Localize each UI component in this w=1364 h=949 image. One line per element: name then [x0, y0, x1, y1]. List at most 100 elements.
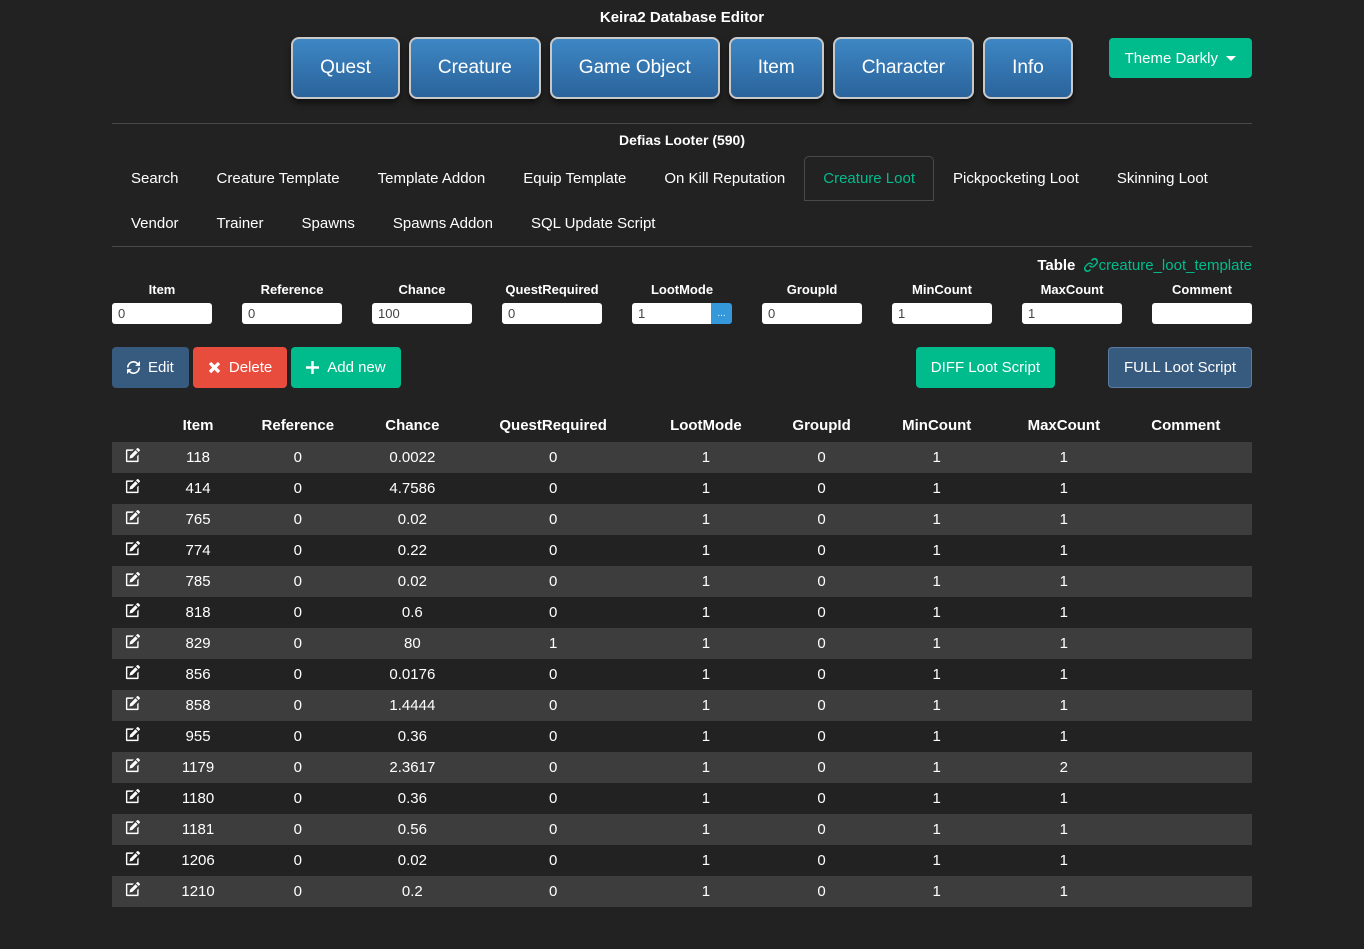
- table-row: 1181 0 0.56 0 1 0 1 1: [112, 814, 1252, 845]
- cell-item: 818: [185, 604, 211, 621]
- field-questrequired: QuestRequired: [502, 282, 602, 324]
- cell-comment: [1120, 752, 1252, 783]
- tab-creature-loot[interactable]: Creature Loot: [804, 156, 934, 201]
- tab-on-kill-reputation[interactable]: On Kill Reputation: [645, 156, 804, 201]
- row-edit-button[interactable]: [125, 882, 141, 897]
- cell-chance: 0.22: [397, 542, 427, 559]
- cell-maxcount: 1: [1059, 573, 1068, 590]
- row-edit-button[interactable]: [125, 665, 141, 680]
- maxcount-input[interactable]: [1022, 303, 1122, 324]
- add-new-button[interactable]: Add new: [291, 347, 401, 388]
- tab-equip-template[interactable]: Equip Template: [504, 156, 645, 201]
- row-edit-button[interactable]: [125, 572, 141, 587]
- column-header-questrequired: QuestRequired: [499, 417, 607, 434]
- field-label-reference: Reference: [260, 282, 324, 297]
- row-edit-button[interactable]: [125, 510, 141, 525]
- row-edit-button[interactable]: [125, 851, 141, 866]
- edit-button[interactable]: Edit: [112, 347, 189, 388]
- mincount-input[interactable]: [892, 303, 992, 324]
- row-edit-button[interactable]: [125, 541, 141, 556]
- cell-groupid: 0: [817, 480, 826, 497]
- tab-trainer[interactable]: Trainer: [198, 201, 283, 246]
- tab-search[interactable]: Search: [112, 156, 198, 201]
- cell-groupid: 0: [817, 635, 826, 652]
- nav-button-item[interactable]: Item: [728, 37, 824, 99]
- nav-button-quest[interactable]: Quest: [291, 37, 400, 99]
- lootmode-picker-button[interactable]: ...: [711, 303, 732, 324]
- cell-reference: 0: [293, 449, 302, 466]
- input-wrap-groupid: [762, 303, 862, 324]
- cell-chance: 0.36: [397, 728, 427, 745]
- table-row: 818 0 0.6 0 1 0 1 1: [112, 597, 1252, 628]
- chance-input[interactable]: [372, 303, 472, 324]
- cell-lootmode: 1: [701, 542, 711, 559]
- row-edit-button[interactable]: [125, 696, 141, 711]
- questrequired-input[interactable]: [502, 303, 602, 324]
- cell-lootmode: 1: [701, 697, 711, 714]
- edit-row-icon: [125, 758, 141, 773]
- column-header-mincount: MinCount: [902, 417, 972, 434]
- row-edit-button[interactable]: [125, 820, 141, 835]
- theme-dropdown-button[interactable]: Theme Darkly: [1108, 38, 1252, 78]
- delete-button[interactable]: Delete: [192, 347, 288, 388]
- row-edit-button[interactable]: [125, 479, 141, 494]
- edit-row-icon: [125, 448, 141, 463]
- edit-row-icon: [125, 634, 141, 649]
- cell-groupid: 0: [817, 573, 826, 590]
- cell-comment: [1120, 566, 1252, 597]
- full-loot-script-button[interactable]: FULL Loot Script: [1108, 347, 1252, 388]
- tab-skinning-loot[interactable]: Skinning Loot: [1098, 156, 1227, 201]
- cell-maxcount: 1: [1059, 728, 1068, 745]
- input-wrap-item: [112, 303, 212, 324]
- field-comment: Comment: [1152, 282, 1252, 324]
- cell-chance: 80: [404, 635, 421, 652]
- tab-spawns[interactable]: Spawns: [283, 201, 374, 246]
- cell-maxcount: 1: [1059, 790, 1068, 807]
- cell-item: 856: [185, 666, 211, 683]
- row-edit-cell: [112, 752, 153, 783]
- row-edit-button[interactable]: [125, 758, 141, 773]
- cell-comment: [1120, 721, 1252, 752]
- tab-creature-template[interactable]: Creature Template: [198, 156, 359, 201]
- nav-button-info[interactable]: Info: [983, 37, 1073, 99]
- groupid-input[interactable]: [762, 303, 862, 324]
- theme-dropdown-label: Theme Darkly: [1124, 49, 1218, 67]
- cell-comment: [1120, 628, 1252, 659]
- cell-comment: [1120, 535, 1252, 566]
- row-edit-button[interactable]: [125, 789, 141, 804]
- cell-item: 774: [185, 542, 211, 559]
- edit-row-icon: [125, 789, 141, 804]
- nav-button-character[interactable]: Character: [832, 37, 975, 99]
- cell-item: 1180: [181, 790, 215, 807]
- comment-input[interactable]: [1152, 303, 1252, 324]
- field-lootmode: LootMode...: [632, 282, 732, 324]
- row-edit-cell: [112, 628, 153, 659]
- row-edit-button[interactable]: [125, 603, 141, 618]
- cell-comment: [1120, 845, 1252, 876]
- lootmode-input[interactable]: [632, 303, 711, 324]
- cell-questrequired: 0: [548, 449, 558, 466]
- table-name-link[interactable]: creature_loot_template: [1080, 257, 1252, 274]
- diff-loot-script-button[interactable]: DIFF Loot Script: [915, 347, 1055, 388]
- tab-spawns-addon[interactable]: Spawns Addon: [374, 201, 512, 246]
- row-edit-button[interactable]: [125, 727, 141, 742]
- cell-comment: [1120, 504, 1252, 535]
- row-edit-button[interactable]: [125, 448, 141, 463]
- nav-button-creature[interactable]: Creature: [408, 37, 541, 99]
- cell-questrequired: 0: [548, 573, 558, 590]
- nav-button-game-object[interactable]: Game Object: [549, 37, 720, 99]
- field-reference: Reference: [242, 282, 342, 324]
- tab-pickpocketing-loot[interactable]: Pickpocketing Loot: [934, 156, 1098, 201]
- tab-template-addon[interactable]: Template Addon: [359, 156, 505, 201]
- cell-comment: [1120, 876, 1252, 907]
- cell-mincount: 1: [932, 480, 941, 497]
- reference-input[interactable]: [242, 303, 342, 324]
- cell-item: 955: [185, 728, 211, 745]
- cell-reference: 0: [293, 573, 302, 590]
- tab-sql-update-script[interactable]: SQL Update Script: [512, 201, 675, 246]
- field-label-item: Item: [148, 282, 176, 297]
- item-input[interactable]: [112, 303, 212, 324]
- field-label-comment: Comment: [1172, 282, 1232, 297]
- row-edit-button[interactable]: [125, 634, 141, 649]
- tab-vendor[interactable]: Vendor: [112, 201, 198, 246]
